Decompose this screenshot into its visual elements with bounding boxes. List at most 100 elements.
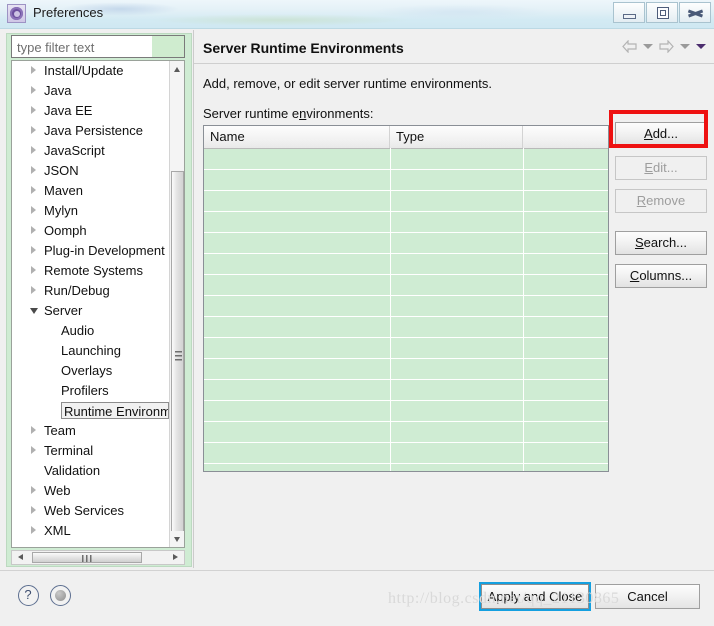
scroll-down-icon[interactable] [170, 531, 184, 547]
column-header-extra[interactable] [523, 126, 608, 148]
chevron-right-icon[interactable] [31, 126, 36, 134]
sidebar-item-java[interactable]: Java [12, 81, 170, 101]
tree-horizontal-scrollbar[interactable] [11, 550, 185, 565]
preferences-gear-icon [7, 4, 26, 23]
column-header-name[interactable]: Name [204, 126, 390, 148]
chevron-right-icon[interactable] [31, 526, 36, 534]
sidebar-item-mylyn[interactable]: Mylyn [12, 201, 170, 221]
server-runtime-table[interactable]: Name Type [203, 125, 609, 472]
table-row[interactable] [204, 422, 608, 443]
chevron-right-icon[interactable] [31, 166, 36, 174]
scroll-up-icon[interactable] [170, 61, 184, 77]
restore-defaults-icon[interactable] [50, 585, 71, 606]
chevron-down-icon[interactable] [30, 308, 38, 314]
column-divider [523, 148, 524, 471]
table-row[interactable] [204, 275, 608, 296]
table-row[interactable] [204, 233, 608, 254]
sidebar-item-server[interactable]: Server [12, 301, 170, 321]
preferences-tree[interactable]: Install/Update Java Java EE Java Persistenc… [11, 60, 185, 548]
sidebar-item-remote-systems[interactable]: Remote Systems [12, 261, 170, 281]
table-row[interactable] [204, 380, 608, 401]
titlebar-blur-decoration [370, 4, 550, 20]
forward-chevron-down-icon[interactable] [680, 44, 690, 49]
table-row[interactable] [204, 317, 608, 338]
chevron-right-icon[interactable] [31, 206, 36, 214]
chevron-right-icon[interactable] [31, 106, 36, 114]
sidebar-item-audio[interactable]: Audio [12, 321, 170, 341]
sidebar-item-maven[interactable]: Maven [12, 181, 170, 201]
table-row[interactable] [204, 254, 608, 275]
chevron-right-icon[interactable] [31, 246, 36, 254]
table-row[interactable] [204, 443, 608, 464]
apply-and-close-button[interactable]: Apply and Close [481, 584, 589, 609]
sidebar-item-web-services[interactable]: Web Services [12, 501, 170, 521]
table-row[interactable] [204, 401, 608, 422]
chevron-right-icon[interactable] [31, 266, 36, 274]
sidebar-item-profilers[interactable]: Profilers [12, 381, 170, 401]
column-header-type[interactable]: Type [390, 126, 523, 148]
sidebar-item-json[interactable]: JSON [12, 161, 170, 181]
sidebar-item-label: JavaScript [44, 143, 105, 158]
chevron-right-icon[interactable] [31, 486, 36, 494]
chevron-right-icon[interactable] [31, 446, 36, 454]
table-row[interactable] [204, 296, 608, 317]
sidebar-item-plug-in-development[interactable]: Plug-in Development [12, 241, 170, 261]
filter-input-wrapper[interactable] [11, 35, 185, 59]
sidebar-item-runtime-environm[interactable]: Runtime Environm [12, 401, 170, 421]
table-row[interactable] [204, 191, 608, 212]
sidebar-item-run-debug[interactable]: Run/Debug [12, 281, 170, 301]
forward-arrow-icon[interactable] [659, 40, 674, 53]
sidebar-item-java-persistence[interactable]: Java Persistence [12, 121, 170, 141]
sidebar-item-xml[interactable]: XML [12, 521, 170, 541]
minimize-icon[interactable] [613, 2, 645, 23]
chevron-right-icon[interactable] [31, 286, 36, 294]
cancel-button[interactable]: Cancel [595, 584, 700, 609]
search-button[interactable]: Search... [615, 231, 707, 255]
back-chevron-down-icon[interactable] [643, 44, 653, 49]
chevron-right-icon[interactable] [31, 186, 36, 194]
restore-icon[interactable] [646, 2, 678, 23]
table-row[interactable] [204, 464, 608, 471]
scrollbar-thumb[interactable] [32, 552, 142, 563]
tree-vertical-scrollbar[interactable] [169, 61, 184, 547]
chevron-right-icon[interactable] [31, 86, 36, 94]
sidebar-item-label: Run/Debug [44, 283, 110, 298]
sidebar-item-team[interactable]: Team [12, 421, 170, 441]
chevron-right-icon[interactable] [31, 66, 36, 74]
sidebar-item-label: Server [44, 303, 83, 318]
sidebar-item-javascript[interactable]: JavaScript [12, 141, 170, 161]
sidebar-item-validation[interactable]: Validation [12, 461, 170, 481]
sidebar-item-overlays[interactable]: Overlays [12, 361, 170, 381]
chevron-right-icon[interactable] [31, 146, 36, 154]
sidebar-item-label: XML [44, 523, 71, 538]
edit-button[interactable]: Edit... [615, 156, 707, 180]
back-arrow-icon[interactable] [622, 40, 637, 53]
close-icon[interactable] [679, 2, 711, 23]
sidebar-item-oomph[interactable]: Oomph [12, 221, 170, 241]
table-label-suffix: vironments: [306, 106, 374, 121]
sidebar-item-terminal[interactable]: Terminal [12, 441, 170, 461]
table-row[interactable] [204, 149, 608, 170]
chevron-right-icon[interactable] [31, 226, 36, 234]
chevron-right-icon[interactable] [31, 426, 36, 434]
sidebar-item-install-update[interactable]: Install/Update [12, 61, 170, 81]
sidebar-item-web[interactable]: Web [12, 481, 170, 501]
remove-button[interactable]: Remove [615, 189, 707, 213]
scroll-right-icon[interactable] [168, 551, 184, 564]
table-row[interactable] [204, 212, 608, 233]
table-row[interactable] [204, 170, 608, 191]
table-row[interactable] [204, 359, 608, 380]
sidebar-item-label: Maven [44, 183, 84, 198]
help-icon[interactable]: ? [18, 585, 39, 606]
chevron-right-icon[interactable] [31, 506, 36, 514]
columns-button[interactable]: Columns... [615, 264, 707, 288]
sidebar-item-java-ee[interactable]: Java EE [12, 101, 170, 121]
scroll-left-icon[interactable] [12, 551, 28, 564]
search-input[interactable] [12, 36, 159, 59]
table-row[interactable] [204, 338, 608, 359]
scrollbar-thumb[interactable] [171, 171, 184, 541]
edit-button-mnemonic: E [644, 160, 654, 175]
sidebar-item-launching[interactable]: Launching [12, 341, 170, 361]
view-menu-chevron-icon[interactable] [696, 44, 706, 49]
search-button-mnemonic: S [634, 235, 644, 250]
